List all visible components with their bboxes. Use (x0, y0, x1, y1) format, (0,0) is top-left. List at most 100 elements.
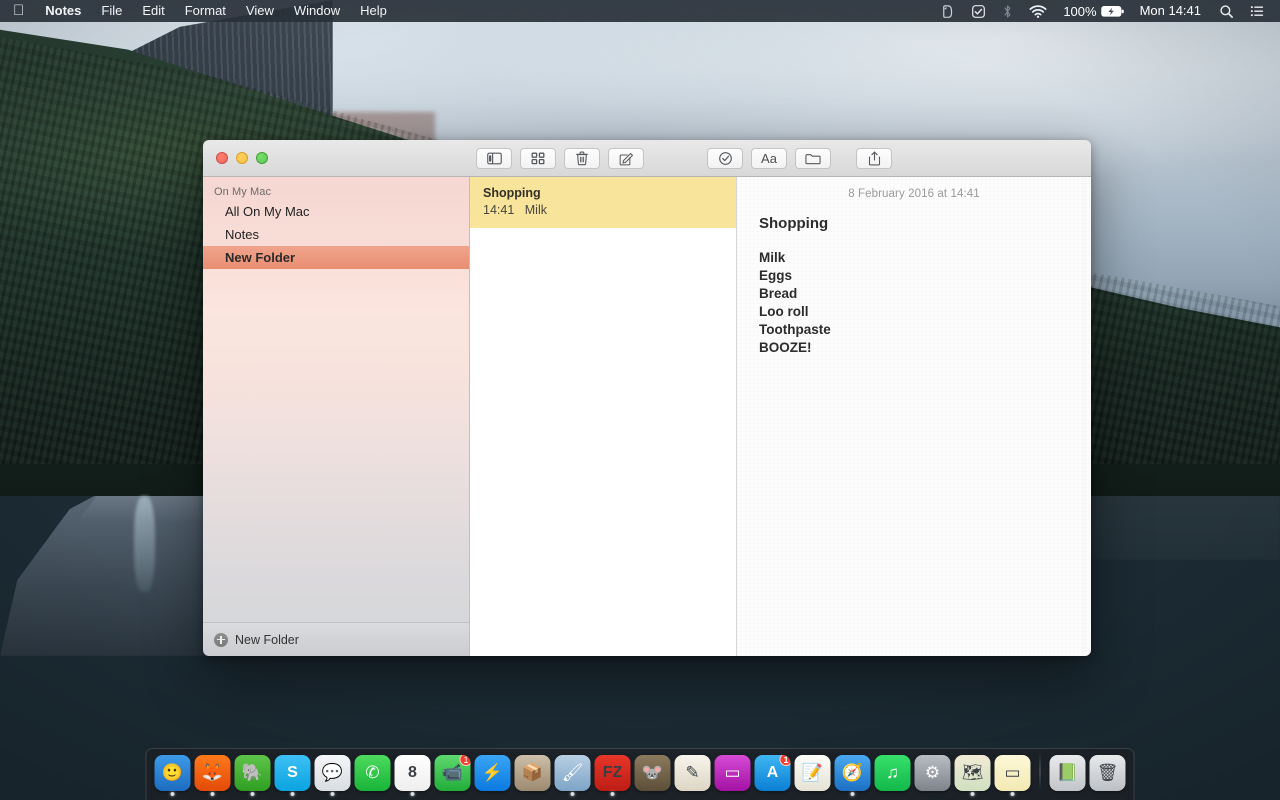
trash-icon[interactable]: 🗑 (1089, 755, 1126, 791)
dock-item-notes[interactable]: 📝 (793, 748, 833, 798)
share-button[interactable] (856, 148, 892, 169)
maps-icon[interactable]: 🗺 (954, 755, 991, 791)
sidebar-item-new-folder[interactable]: New Folder (203, 246, 469, 269)
folder-button[interactable] (795, 148, 831, 169)
filezilla-icon[interactable]: FZ (594, 755, 631, 791)
dock-item-calendar[interactable]: 8 (393, 748, 433, 798)
dock-item-whatsapp[interactable]: ✆ (353, 748, 393, 798)
grid-view-button[interactable] (520, 148, 556, 169)
zoom-button[interactable] (256, 152, 268, 164)
menu-bar-status-area: 100% Mon 14:41 (932, 0, 1280, 22)
note-line-toothpaste: Toothpaste (759, 322, 831, 337)
dock-item-gimp[interactable]: 🐭 (633, 748, 673, 798)
apple-menu-icon[interactable]:  (0, 0, 35, 22)
wifi-icon[interactable] (1021, 0, 1055, 22)
calendar-icon[interactable]: 8 (394, 755, 431, 791)
dock-item-app-store[interactable]: A1 (753, 748, 793, 798)
menu-item-view[interactable]: View (236, 0, 284, 22)
minimize-button[interactable] (236, 152, 248, 164)
note-editor[interactable]: 8 February 2016 at 14:41 Shopping Milk E… (737, 177, 1091, 656)
editor-scrollbar[interactable] (1082, 177, 1090, 656)
format-button[interactable]: Aa (751, 148, 787, 169)
facetime-icon[interactable]: 📹 1 (434, 755, 471, 791)
dock-item-messages[interactable]: 💬 (313, 748, 353, 798)
menu-item-format[interactable]: Format (175, 0, 236, 22)
dock-item-facetime[interactable]: 📹 1 (433, 748, 473, 798)
dock-item-firefox[interactable]: 🦊 (193, 748, 233, 798)
dock-item-textedit[interactable]: ✎ (673, 748, 713, 798)
dropbox-icon[interactable]: 📦 (514, 755, 551, 791)
safari-icon[interactable]: 🧭 (834, 755, 871, 791)
dock-item-preview[interactable]: 🖌 (553, 748, 593, 798)
dock-item-dropbox[interactable]: 📦 (513, 748, 553, 798)
gimp-icon[interactable]: 🐭 (634, 755, 671, 791)
checklist-button[interactable] (707, 148, 743, 169)
finder-icon[interactable]: 🙂 (154, 755, 191, 791)
menu-item-window[interactable]: Window (284, 0, 350, 22)
dock-item-trash[interactable]: 🗑 (1088, 748, 1128, 798)
notes-icon[interactable]: 📝 (794, 755, 831, 791)
app-store-icon[interactable]: A1 (754, 755, 791, 791)
sidebar-item-notes[interactable]: Notes (203, 223, 469, 246)
bluetooth-icon[interactable] (994, 0, 1021, 22)
firefox-icon[interactable]: 🦊 (194, 755, 231, 791)
evernote-icon[interactable]: 🐘 (234, 755, 271, 791)
dock-trash-list: 📗 🗑 (1048, 748, 1128, 798)
menu-item-notes[interactable]: Notes (35, 0, 91, 22)
delete-note-button[interactable] (564, 148, 600, 169)
dock-item-spotify[interactable]: ♫ (873, 748, 913, 798)
window-titlebar[interactable]: Aa (203, 140, 1091, 177)
keynote-icon[interactable]: ▭ (714, 755, 751, 791)
search-icon[interactable] (1211, 0, 1242, 22)
toolbar-group-middle: Aa (707, 148, 831, 169)
evernote-icon[interactable] (932, 0, 963, 22)
dock[interactable]: 🙂 🦊 🐘 S 💬 ✆ 8 📹 1 ⚡ 📦 🖌 FZ 🐭 ✎ ▭ A 1 📝 🧭 ♫ ⚙ 🗺 ▭ 📗 🗑 (145, 748, 1135, 800)
battery-charging-icon (1100, 5, 1124, 17)
close-button[interactable] (216, 152, 228, 164)
stickies-icon[interactable]: ▭ (994, 755, 1031, 791)
battery-percent-label: 100% (1063, 3, 1097, 19)
dock-item-safari[interactable]: 🧭 (833, 748, 873, 798)
window-body: On My Mac All On My Mac Notes New Folder… (203, 177, 1091, 656)
system-prefs-icon[interactable]: ⚙ (914, 755, 951, 791)
dock-item-messenger[interactable]: ⚡ (473, 748, 513, 798)
spotify-icon[interactable]: ♫ (874, 755, 911, 791)
compose-note-button[interactable] (608, 148, 644, 169)
dock-running-indicator (410, 792, 415, 796)
dock-item-keynote[interactable]: ▭ (713, 748, 753, 798)
skype-icon[interactable]: S (274, 755, 311, 791)
dock-item-system-prefs[interactable]: ⚙ (913, 748, 953, 798)
messenger-icon[interactable]: ⚡ (474, 755, 511, 791)
checkmark-circle-icon[interactable] (963, 0, 994, 22)
dock-item-filezilla[interactable]: FZ (593, 748, 633, 798)
notes-list[interactable]: Shopping 14:41 Milk (470, 177, 737, 656)
dock-item-finder[interactable]: 🙂 (153, 748, 193, 798)
dock-running-indicator (970, 792, 975, 796)
dock-item-evernote[interactable]: 🐘 (233, 748, 273, 798)
battery-status[interactable]: 100% (1055, 4, 1129, 19)
new-folder-button[interactable]: New Folder (203, 622, 469, 656)
sidebar-toggle-button[interactable] (476, 148, 512, 169)
notes-window[interactable]: Aa On My Mac All On My Mac Notes New Fol… (203, 140, 1091, 656)
messages-icon[interactable]: 💬 (314, 755, 351, 791)
menu-item-edit[interactable]: Edit (132, 0, 174, 22)
note-body[interactable]: Shopping Milk Eggs Bread Loo roll Toothp… (737, 200, 1091, 357)
preview-icon[interactable]: 🖌 (554, 755, 591, 791)
toolbar-group-share (856, 148, 892, 169)
dock-item-downloads-stack[interactable]: 📗 (1048, 748, 1088, 798)
downloads-stack-icon[interactable]: 📗 (1049, 755, 1086, 791)
dock-item-maps[interactable]: 🗺 (953, 748, 993, 798)
dock-item-skype[interactable]: S (273, 748, 313, 798)
folders-sidebar[interactable]: On My Mac All On My Mac Notes New Folder… (203, 177, 470, 656)
menu-item-file[interactable]: File (91, 0, 132, 22)
notification-center-icon[interactable] (1242, 0, 1273, 22)
note-row-title: Shopping (483, 186, 541, 200)
whatsapp-icon[interactable]: ✆ (354, 755, 391, 791)
sidebar-item-all-on-my-mac[interactable]: All On My Mac (203, 200, 469, 223)
menu-bar-left:  Notes File Edit Format View Window Hel… (0, 0, 397, 22)
dock-item-stickies[interactable]: ▭ (993, 748, 1033, 798)
notes-list-row[interactable]: Shopping 14:41 Milk (470, 177, 736, 228)
menu-item-help[interactable]: Help (350, 0, 397, 22)
textedit-icon[interactable]: ✎ (674, 755, 711, 791)
menu-bar-clock[interactable]: Mon 14:41 (1130, 0, 1211, 22)
